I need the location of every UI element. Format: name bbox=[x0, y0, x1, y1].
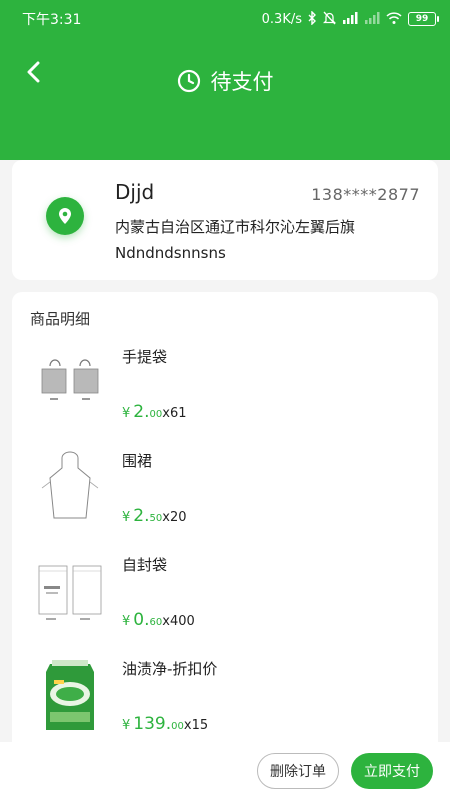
product-quantity: x15 bbox=[183, 718, 209, 733]
bottom-action-bar: 删除订单 立即支付 bbox=[0, 742, 450, 800]
clock-icon bbox=[177, 69, 200, 93]
status-time: 下午3:31 bbox=[22, 12, 82, 28]
status-indicators: 0.3K/s 99 bbox=[261, 10, 439, 27]
location-pin-icon bbox=[59, 208, 71, 224]
network-speed: 0.3K/s bbox=[261, 11, 302, 27]
battery-icon: 99 bbox=[408, 12, 439, 26]
address-region: 内蒙古自治区通辽市科尔沁左翼后旗 bbox=[115, 218, 356, 236]
product-thumbnail bbox=[36, 552, 104, 630]
pay-now-button[interactable]: 立即支付 bbox=[351, 753, 433, 789]
product-quantity: x400 bbox=[162, 614, 195, 629]
product-price: ¥2.50x20 bbox=[122, 506, 187, 526]
address-card[interactable]: Djjd 138****2877 内蒙古自治区通辽市科尔沁左翼后旗 Ndndnd… bbox=[12, 160, 438, 280]
signal-weak-icon bbox=[364, 12, 380, 26]
goods-item[interactable]: 手提袋 ¥2.00x61 bbox=[12, 344, 438, 444]
page-title-group: 待支付 bbox=[0, 66, 450, 96]
delete-order-button[interactable]: 删除订单 bbox=[257, 753, 339, 789]
goods-card: 商品明细 手提袋 ¥2.00x61 围裙 ¥ 2.50x20 自封袋 ¥ 0.6… bbox=[12, 292, 438, 752]
product-thumbnail bbox=[36, 448, 104, 526]
signal-icon bbox=[342, 12, 358, 26]
address-detail: Ndndndsnnsns bbox=[115, 244, 226, 262]
product-name: 自封袋 bbox=[122, 556, 168, 574]
product-price: ¥139.00x15 bbox=[122, 714, 209, 734]
status-bar: 下午3:31 0.3K/s 99 bbox=[0, 0, 450, 38]
product-name: 油渍净-折扣价 bbox=[122, 660, 218, 678]
goods-item[interactable]: 围裙 ¥2.50x20 bbox=[12, 448, 438, 548]
bluetooth-icon bbox=[308, 10, 317, 27]
goods-section-title: 商品明细 bbox=[30, 310, 91, 328]
recipient-phone: 138****2877 bbox=[311, 185, 420, 204]
header-bar: 下午3:31 0.3K/s 99 待支付 bbox=[0, 0, 450, 160]
product-thumbnail bbox=[36, 344, 104, 422]
mute-bell-icon bbox=[322, 11, 337, 27]
goods-item[interactable]: 自封袋 ¥0.60x400 bbox=[12, 552, 438, 652]
recipient-name: Djjd bbox=[115, 180, 155, 204]
location-badge bbox=[46, 197, 84, 235]
goods-item[interactable]: 油渍净-折扣价 ¥139.00x15 bbox=[12, 656, 438, 756]
product-quantity: x61 bbox=[162, 406, 187, 421]
product-price: ¥0.60x400 bbox=[122, 610, 195, 630]
product-price: ¥2.00x61 bbox=[122, 402, 187, 422]
product-quantity: x20 bbox=[162, 510, 187, 525]
product-name: 手提袋 bbox=[122, 348, 168, 366]
product-name: 围裙 bbox=[122, 452, 153, 470]
wifi-icon bbox=[386, 12, 402, 26]
page-title: 待支付 bbox=[210, 70, 274, 94]
product-thumbnail bbox=[36, 656, 104, 734]
